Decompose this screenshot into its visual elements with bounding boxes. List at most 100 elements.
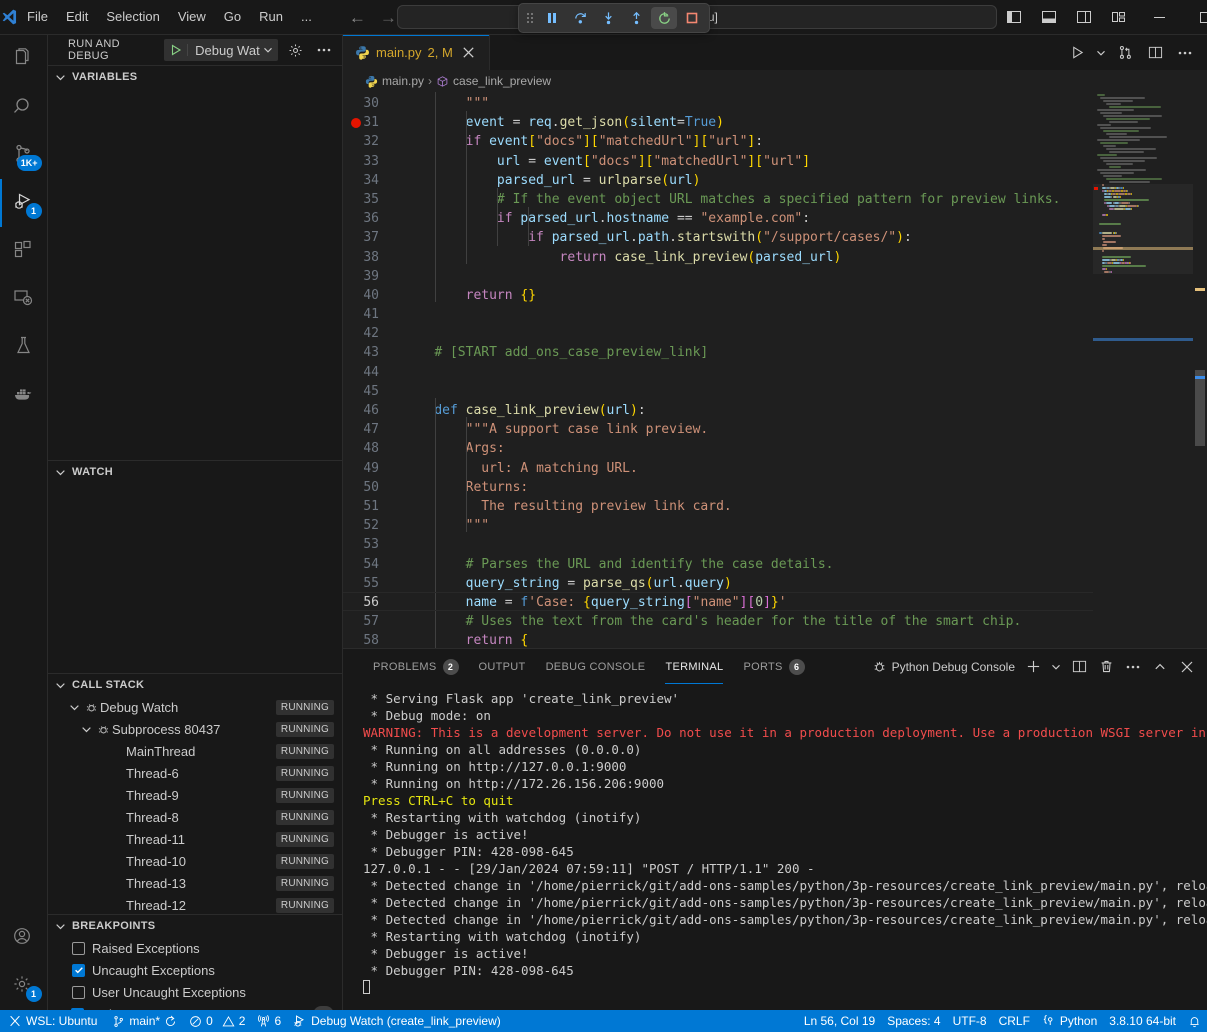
panel-tab-terminal[interactable]: TERMINAL (655, 649, 733, 684)
run-python-file-icon[interactable] (1063, 39, 1091, 67)
code-line[interactable]: 47 """A support case link preview. (343, 420, 1093, 439)
status-branch[interactable]: main* (106, 1010, 183, 1032)
panel-more-actions-icon[interactable] (1121, 655, 1145, 679)
split-editor-icon[interactable] (1141, 39, 1169, 67)
code-line[interactable]: 49 url: A matching URL. (343, 459, 1093, 478)
pane-header-call-stack[interactable]: CALL STACK (48, 674, 342, 696)
breadcrumb-symbol[interactable]: case_link_preview (436, 74, 551, 88)
breakpoint-user-uncaught-exceptions[interactable]: User Uncaught Exceptions (48, 981, 342, 1003)
code-line[interactable]: 30 """ (343, 94, 1093, 113)
menu-go[interactable]: Go (215, 6, 250, 28)
maximize-panel-chevron-up-icon[interactable] (1148, 655, 1172, 679)
go-back-icon[interactable]: ← (349, 9, 366, 26)
status-encoding[interactable]: UTF-8 (947, 1010, 993, 1032)
activity-item-source-control[interactable]: 1K+ (0, 131, 48, 179)
activity-item-accounts[interactable] (0, 914, 48, 962)
activity-item-extensions[interactable] (0, 227, 48, 275)
code-line[interactable]: 32 if event["docs"]["matchedUrl"]["url"]… (343, 132, 1093, 151)
breakpoint-raised-exceptions[interactable]: Raised Exceptions (48, 937, 342, 959)
menu-edit[interactable]: Edit (57, 6, 97, 28)
checkbox[interactable] (71, 1008, 84, 1010)
editor-more-actions-icon[interactable] (1171, 39, 1199, 67)
close-icon[interactable] (459, 43, 479, 63)
code-line[interactable]: 50 Returns: (343, 478, 1093, 497)
chevron-down-icon[interactable] (52, 921, 68, 932)
panel-tab-problems[interactable]: PROBLEMS 2 (363, 649, 469, 684)
call-stack-thread[interactable]: Thread-6 RUNNING (48, 762, 342, 784)
call-stack-thread[interactable]: MainThread RUNNING (48, 740, 342, 762)
menu-view[interactable]: View (169, 6, 215, 28)
checkbox[interactable] (72, 986, 85, 999)
tab-main-py[interactable]: main.py 2, M (343, 35, 490, 70)
code-line[interactable]: 48 Args: (343, 439, 1093, 458)
call-stack-thread[interactable]: Thread-9 RUNNING (48, 784, 342, 806)
breakpoint-dot-icon[interactable] (351, 118, 361, 128)
debug-pause-button[interactable] (539, 7, 565, 29)
code-line[interactable]: 33 url = event["docs"]["matchedUrl"]["ur… (343, 152, 1093, 171)
status-notifications[interactable] (1182, 1010, 1207, 1032)
code-line[interactable]: 43 # [START add_ons_case_preview_link] (343, 343, 1093, 362)
menu-file[interactable]: File (18, 6, 57, 28)
terminal-dropdown-chevron-down-icon[interactable] (1048, 655, 1064, 679)
activity-item-manage[interactable]: 1 (0, 962, 48, 1010)
code-line[interactable]: 38 return case_link_preview(parsed_url) (343, 248, 1093, 267)
code-line[interactable]: 37 if parsed_url.path.startswith("/suppo… (343, 228, 1093, 247)
chevron-down-icon[interactable] (52, 680, 68, 691)
toggle-panel-icon[interactable] (1032, 0, 1067, 35)
debug-restart-button[interactable] (651, 7, 677, 29)
activity-item-docker[interactable] (0, 371, 48, 419)
call-stack-subprocess[interactable]: Subprocess 80437 RUNNING (48, 718, 342, 740)
code-line[interactable]: 36 if parsed_url.hostname == "example.co… (343, 209, 1093, 228)
debug-step-into-button[interactable] (595, 7, 621, 29)
status-ports[interactable]: 6 (251, 1010, 287, 1032)
code-line[interactable]: 45 (343, 382, 1093, 401)
toggle-primary-sidebar-icon[interactable] (997, 0, 1032, 35)
code-line[interactable]: 34 parsed_url = urlparse(url) (343, 171, 1093, 190)
pane-header-breakpoints[interactable]: BREAKPOINTS (48, 915, 342, 937)
maximize-button[interactable] (1183, 0, 1207, 35)
editor-vertical-scrollbar[interactable] (1193, 92, 1207, 648)
minimize-button[interactable] (1137, 0, 1183, 35)
start-debugging-icon[interactable] (164, 44, 188, 56)
call-stack-thread[interactable]: Thread-10 RUNNING (48, 850, 342, 872)
activity-item-testing[interactable] (0, 323, 48, 371)
code-line[interactable]: 53 (343, 535, 1093, 554)
code-line[interactable]: 51 The resulting preview link card. (343, 497, 1093, 516)
call-stack-thread[interactable]: Thread-12 RUNNING (48, 894, 342, 914)
active-terminal-selector[interactable]: Python Debug Console (869, 655, 1018, 679)
call-stack-thread[interactable]: Thread-8 RUNNING (48, 806, 342, 828)
toggle-secondary-sidebar-icon[interactable] (1067, 0, 1102, 35)
terminal-cursor[interactable] (363, 979, 1207, 996)
scrollbar-thumb[interactable] (1195, 370, 1205, 446)
status-cursor-position[interactable]: Ln 56, Col 19 (798, 1010, 881, 1032)
menu-selection[interactable]: Selection (97, 6, 168, 28)
panel-tab-debug-console[interactable]: DEBUG CONSOLE (536, 649, 656, 684)
activity-item-run-and-debug[interactable]: 1 (0, 179, 48, 227)
pane-header-watch[interactable]: WATCH (48, 461, 342, 483)
code-line[interactable]: 41 (343, 305, 1093, 324)
checkbox[interactable] (72, 964, 85, 977)
pane-header-variables[interactable]: VARIABLES (48, 66, 342, 88)
minimap[interactable] (1093, 92, 1193, 648)
chevron-down-icon[interactable] (66, 702, 82, 713)
code-line[interactable]: 52 """ (343, 516, 1093, 535)
sync-changes-icon[interactable] (164, 1015, 177, 1028)
chevron-down-icon[interactable] (52, 467, 68, 478)
code-lines[interactable]: 30 """31 event = req.get_json(silent=Tru… (343, 92, 1093, 648)
code-line[interactable]: 39 (343, 267, 1093, 286)
debug-toolbar-grip-icon[interactable] (523, 11, 537, 25)
status-language-mode[interactable]: Python (1036, 1010, 1103, 1032)
menu-run[interactable]: Run (250, 6, 292, 28)
call-stack-thread[interactable]: Thread-11 RUNNING (48, 828, 342, 850)
code-line[interactable]: 44 (343, 363, 1093, 382)
sidebar-more-actions-icon[interactable] (314, 39, 334, 61)
code-line[interactable]: 46 def case_link_preview(url): (343, 401, 1093, 420)
launch-configuration-picker[interactable]: Debug Wat (164, 39, 278, 61)
breadcrumb-file[interactable]: main.py (365, 74, 424, 88)
debug-stop-button[interactable] (679, 7, 705, 29)
call-stack-session[interactable]: Debug Watch RUNNING (48, 696, 342, 718)
activity-item-explorer[interactable] (0, 35, 48, 83)
status-problems[interactable]: 0 2 (183, 1010, 251, 1032)
source-control-compare-icon[interactable] (1111, 39, 1139, 67)
debug-step-over-button[interactable] (567, 7, 593, 29)
